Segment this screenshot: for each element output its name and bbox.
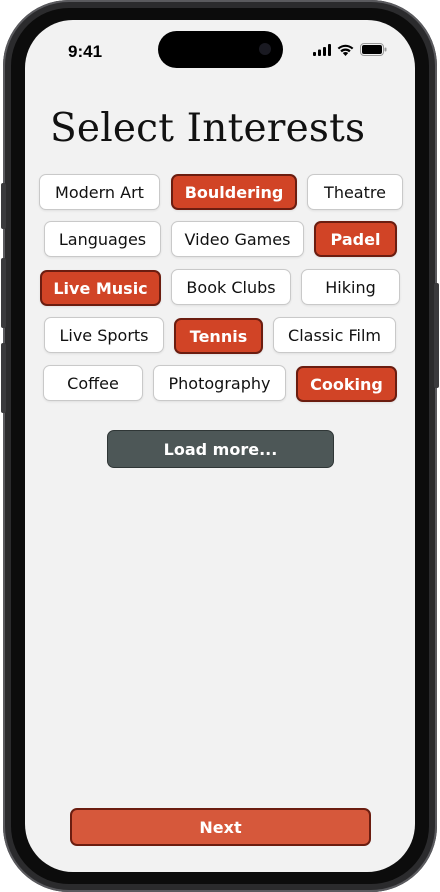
interest-chip-selected[interactable]: Tennis [174,318,263,354]
interest-chip[interactable]: Book Clubs [171,269,291,305]
status-time: 9:41 [68,42,103,61]
signal-icon [313,43,331,56]
interest-chip-label: Live Sports [59,325,149,345]
wifi-icon [337,44,354,56]
interest-chip[interactable]: Photography [153,365,286,401]
interest-chip-label: Modern Art [55,182,144,202]
interest-chip-selected[interactable]: Padel [314,221,397,257]
power-button [434,283,439,388]
interest-chip[interactable]: Hiking [301,269,400,305]
interest-chip-label: Live Music [53,278,148,298]
page-title: Select Interests [50,106,366,151]
interest-chip-label: Coffee [67,373,119,393]
interest-chip-selected[interactable]: Live Music [40,270,161,306]
interest-chip-label: Languages [58,229,147,249]
interest-chip-label: Padel [330,229,381,249]
interest-chip[interactable]: Coffee [43,365,143,401]
interest-chip[interactable]: Live Sports [44,317,164,353]
interest-chip-label: Classic Film [288,325,381,345]
interest-chip-label: Cooking [310,374,383,394]
interest-chip[interactable]: Languages [44,221,161,257]
camera-icon [259,43,271,55]
status-icons [313,43,387,56]
load-more-button[interactable]: Load more... [107,430,334,468]
screen: 9:41 Select Interests Modern Art Boulder… [25,20,415,872]
interest-chip[interactable]: Modern Art [39,174,160,210]
interest-chip-selected[interactable]: Cooking [296,366,397,402]
battery-icon [360,43,387,56]
interest-chip-selected[interactable]: Bouldering [171,174,297,210]
interest-chip[interactable]: Theatre [307,174,403,210]
interest-chip[interactable]: Video Games [171,221,304,257]
interest-chip[interactable]: Classic Film [273,317,396,353]
dynamic-island [158,31,283,68]
interest-chip-label: Photography [168,373,271,393]
volume-down-button [1,343,6,413]
interest-chip-label: Theatre [324,182,386,202]
action-button [1,183,6,229]
interest-chip-label: Video Games [184,229,291,249]
volume-up-button [1,258,6,328]
interest-chip-label: Bouldering [184,182,284,202]
next-button[interactable]: Next [70,808,371,846]
interest-chip-label: Hiking [325,277,376,297]
interest-chip-label: Tennis [189,326,248,346]
interest-chip-label: Book Clubs [186,277,276,297]
